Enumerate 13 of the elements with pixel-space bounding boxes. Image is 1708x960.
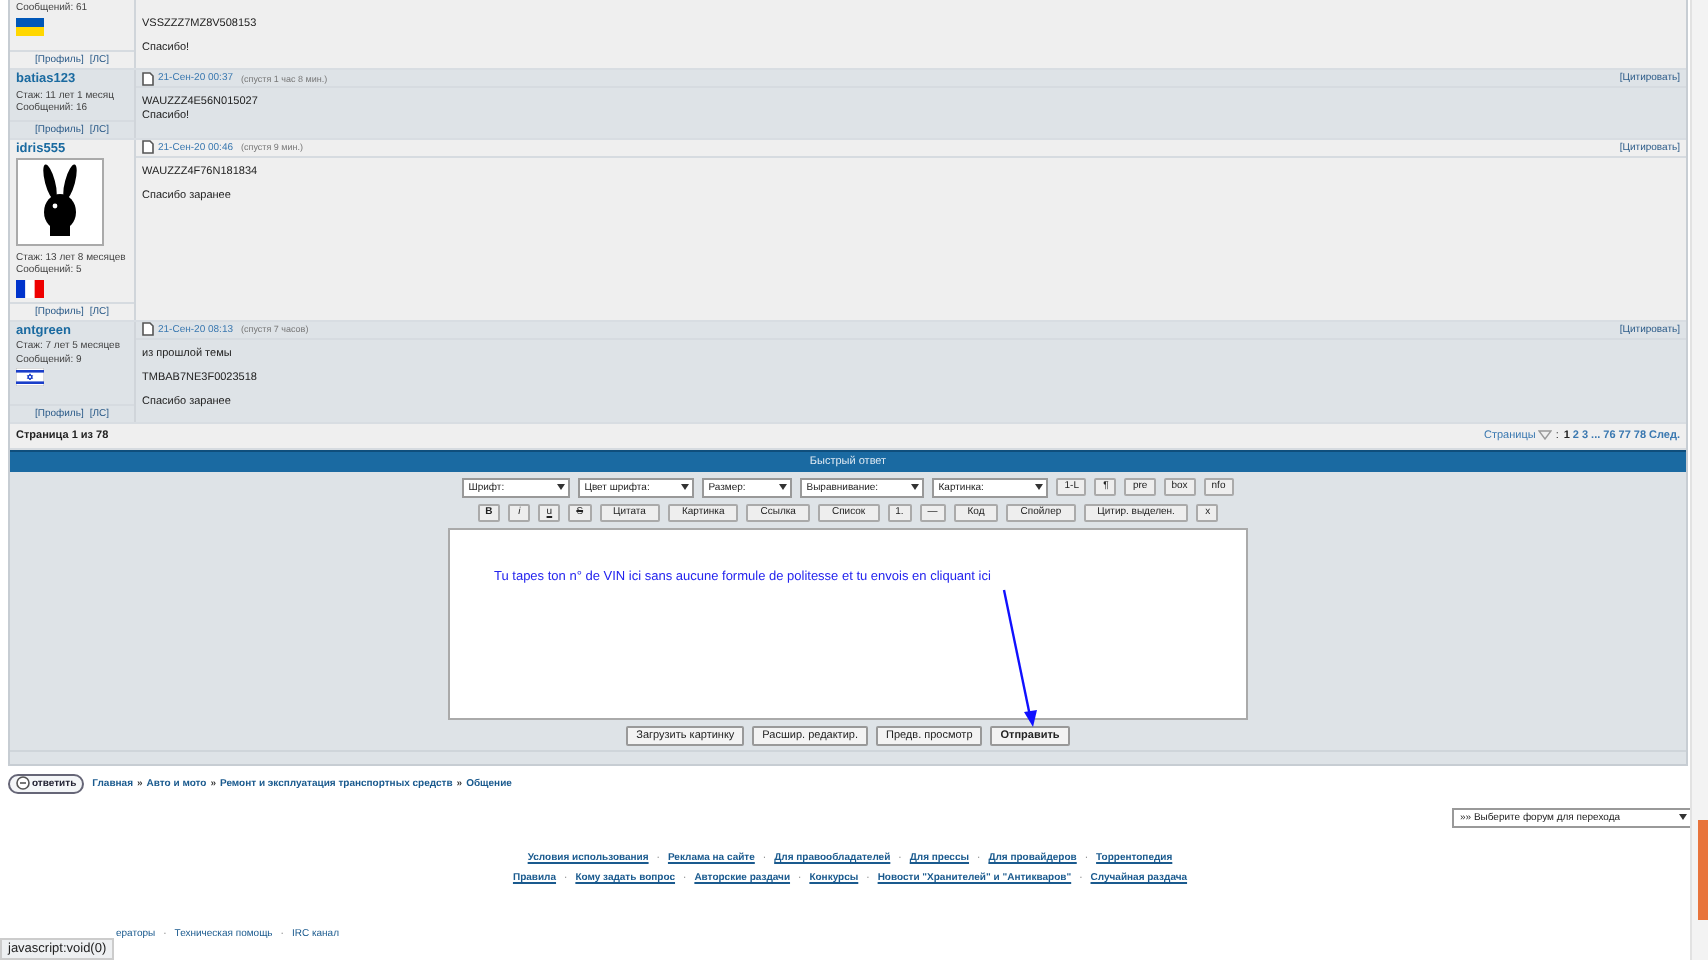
dropdown-icon bbox=[1538, 430, 1553, 441]
caret-icon bbox=[1034, 482, 1045, 493]
arrow bbox=[1002, 589, 1037, 727]
caret-icon bbox=[910, 482, 921, 493]
caret-icon bbox=[680, 482, 691, 493]
scroll-marker bbox=[1698, 820, 1708, 920]
post-icon bbox=[142, 140, 154, 155]
post-icon bbox=[142, 322, 154, 337]
scrollbar[interactable] bbox=[1690, 0, 1708, 960]
reply-icon bbox=[16, 776, 30, 791]
post-icon bbox=[142, 71, 154, 86]
caret-icon bbox=[556, 482, 567, 493]
caret-icon bbox=[778, 482, 789, 493]
